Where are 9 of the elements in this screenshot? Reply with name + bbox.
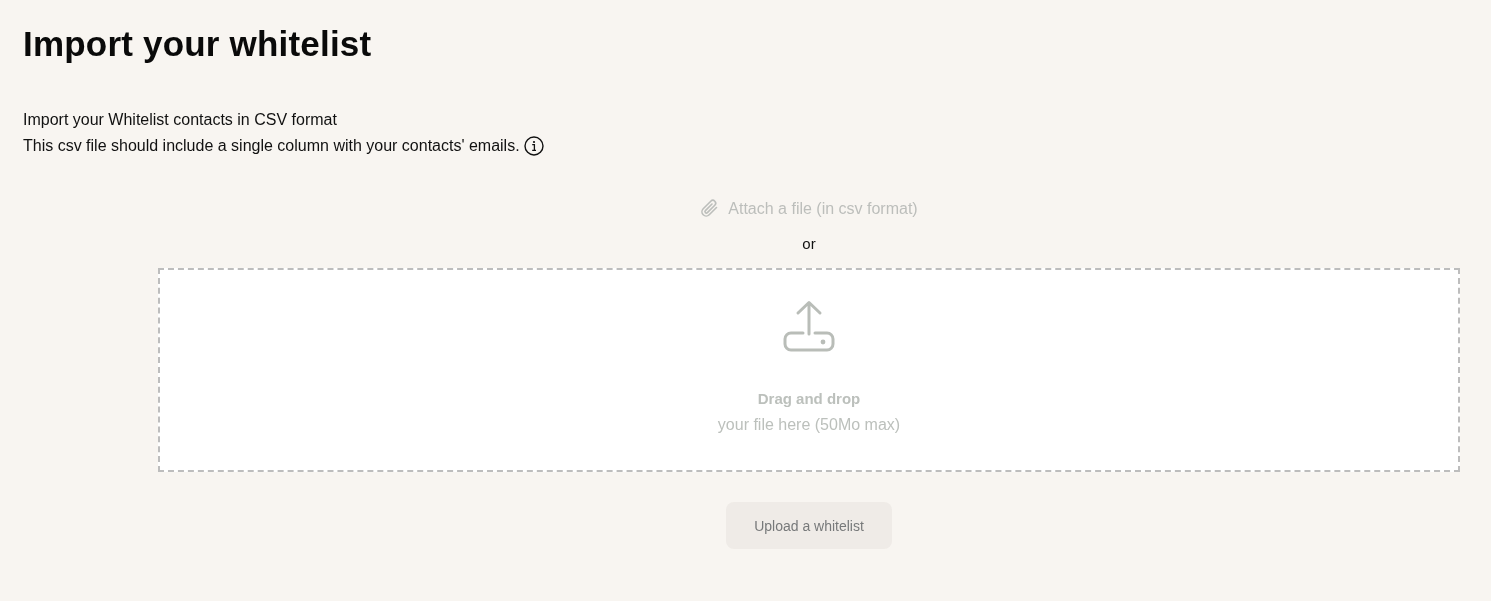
separator-text: or — [802, 235, 816, 253]
upload-icon — [783, 300, 835, 352]
drop-zone-hint: your file here (50Mo max) — [717, 415, 901, 435]
page-title: Import your whitelist — [23, 24, 372, 64]
description-text: This csv file should include a single column with your contacts' emails. — [23, 136, 520, 156]
info-icon[interactable] — [523, 136, 544, 156]
drop-zone-title: Drag and drop — [757, 389, 861, 409]
drop-zone[interactable]: Drag and drop your file here (50Mo max) — [158, 268, 1460, 472]
description-text: Import your Whitelist contacts in CSV format — [23, 110, 337, 130]
